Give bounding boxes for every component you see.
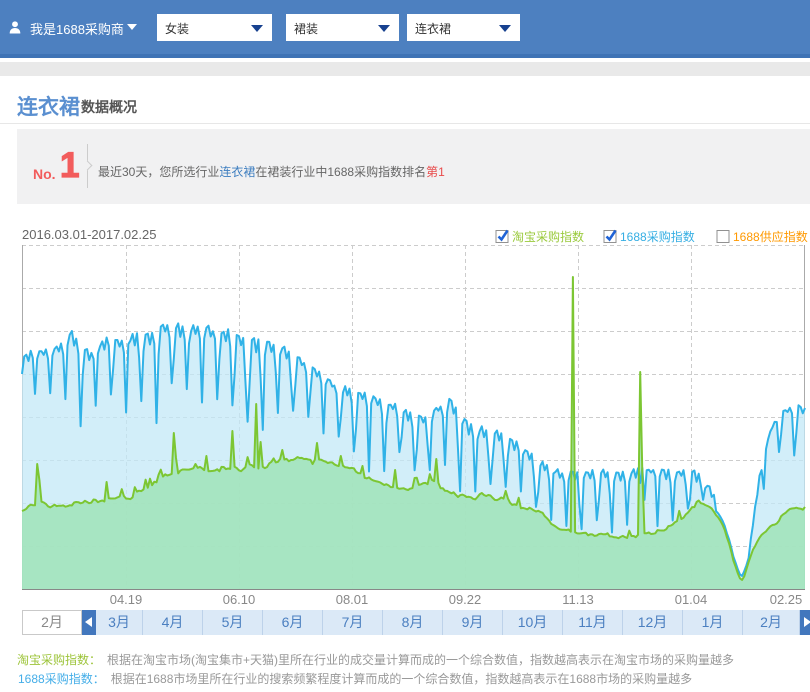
svg-text:01.04: 01.04 bbox=[675, 592, 708, 607]
svg-text:09.22: 09.22 bbox=[449, 592, 482, 607]
svg-text:08.01: 08.01 bbox=[336, 592, 369, 607]
svg-text:06.10: 06.10 bbox=[223, 592, 256, 607]
svg-text:02.25: 02.25 bbox=[770, 592, 803, 607]
svg-text:11.13: 11.13 bbox=[562, 592, 594, 607]
svg-text:04.19: 04.19 bbox=[110, 592, 143, 607]
